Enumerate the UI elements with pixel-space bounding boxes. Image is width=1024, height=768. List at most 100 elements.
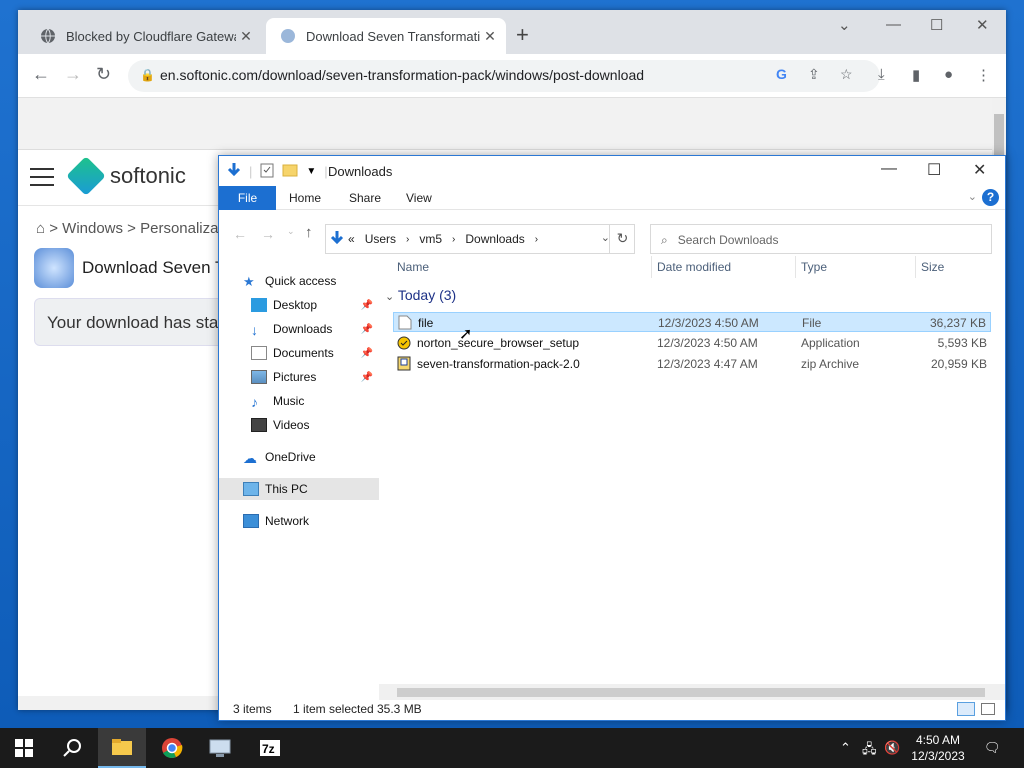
chevron-up-icon[interactable]: ⌃ [840,740,851,756]
clock[interactable]: 4:50 AM 12/3/2023 [900,732,976,764]
nav-this-pc[interactable]: This PC [219,478,379,500]
address-bar[interactable]: 🔒 en.softonic.com/download/seven-transfo… [128,60,880,92]
download-icon[interactable]: ⤓ [878,66,885,83]
overflow-chevron[interactable]: « [348,232,355,246]
refresh-button[interactable]: ↻ [609,224,635,254]
tab-softonic[interactable]: Download Seven Transformation ✕ [266,18,506,54]
file-row[interactable]: norton_secure_browser_setup 12/3/2023 4:… [393,333,991,353]
bookmark-star-icon[interactable]: ☆ [840,66,853,83]
column-name[interactable]: Name [397,260,429,274]
column-date-modified[interactable]: Date modified [657,260,731,274]
reload-button[interactable]: ↻ [96,64,111,84]
search-icon[interactable] [48,728,96,768]
tab-search-icon[interactable]: ⌄ [838,16,851,34]
softonic-logo[interactable]: softonic [66,156,186,196]
nav-downloads[interactable]: ↓ Downloads 📌 [219,318,379,340]
scroll-thumb[interactable] [397,688,985,697]
side-panel-icon[interactable]: ▮ [912,66,920,84]
nav-documents[interactable]: Documents 📌 [219,342,379,364]
tab-cloudflare[interactable]: Blocked by Cloudflare Gateway ✕ [26,18,262,54]
nav-music[interactable]: ♪ Music [219,390,379,412]
forward-button[interactable]: → [261,226,275,242]
close-window-button[interactable]: ✕ [976,16,989,34]
forward-button[interactable]: → [64,64,82,84]
recent-locations-icon[interactable]: ⌄ [287,226,295,237]
chevron-down-icon[interactable]: ⌄ [385,291,394,303]
share-icon[interactable]: ⇪ [808,66,820,83]
maximize-button[interactable]: ☐ [927,160,941,180]
chevron-right-icon[interactable]: › [406,234,409,245]
close-tab-icon[interactable]: ✕ [236,28,256,45]
chevron-right-icon[interactable]: › [452,234,455,245]
tab-view[interactable]: View [406,191,432,205]
column-type[interactable]: Type [801,260,827,274]
pin-icon[interactable]: 📌 [361,300,373,311]
pictures-icon [251,370,267,384]
column-divider[interactable] [651,256,652,278]
new-folder-icon[interactable] [282,163,298,180]
address-bar[interactable]: « Users › vm5 › Downloads › ⌄ [325,224,635,254]
back-button[interactable]: ← [32,64,50,84]
new-tab-button[interactable]: + [516,24,529,46]
minimize-button[interactable]: — [886,16,901,33]
expand-ribbon-icon[interactable]: ⌄ [968,190,977,203]
tab-home[interactable]: Home [289,191,321,205]
close-window-button[interactable]: ✕ [973,160,986,180]
google-lens-icon[interactable]: G [776,66,787,82]
large-icons-view-icon[interactable] [981,703,995,715]
tab-file[interactable]: File [219,186,276,210]
nav-quick-access[interactable]: ★ Quick access [219,270,379,292]
nav-onedrive[interactable]: ☁ OneDrive [219,446,379,468]
up-button[interactable]: ↑ [305,224,313,241]
column-divider[interactable] [795,256,796,278]
7zip-icon[interactable]: 7z [246,728,294,768]
remote-desktop-icon[interactable] [196,728,244,768]
column-size[interactable]: Size [921,260,944,274]
softonic-favicon-icon [280,28,296,44]
column-headers: Name Date modified Type Size [389,256,995,278]
documents-icon [251,346,267,360]
pin-icon[interactable]: 📌 [361,348,373,359]
details-view-icon[interactable] [957,702,975,716]
hamburger-menu-icon[interactable] [30,168,54,192]
tab-share[interactable]: Share [349,191,381,205]
group-header-today[interactable]: ⌄ Today (3) [385,287,456,303]
minimize-button[interactable]: — [881,160,897,178]
breadcrumb-users[interactable]: Users [365,232,396,246]
file-name: seven-transformation-pack-2.0 [417,357,580,371]
search-input[interactable]: ⌕ Search Downloads [650,224,992,254]
pin-icon[interactable]: 📌 [361,324,373,335]
maximize-button[interactable]: ☐ [930,16,943,34]
chevron-right-icon[interactable]: › [535,234,538,245]
nav-network[interactable]: Network [219,510,379,532]
help-icon[interactable]: ? [982,189,999,206]
file-row[interactable]: file 12/3/2023 4:50 AM File 36,237 KB [393,312,991,332]
nav-videos[interactable]: Videos [219,414,379,436]
nav-label: This PC [265,482,308,496]
back-button[interactable]: ← [233,226,247,242]
column-divider[interactable] [915,256,916,278]
network-tray-icon[interactable]: 🖧 [862,740,877,762]
volume-muted-icon[interactable]: 🔇 [884,740,900,756]
nav-pictures[interactable]: Pictures 📌 [219,366,379,388]
close-tab-icon[interactable]: ✕ [480,28,500,45]
breadcrumb-text[interactable]: > Windows > Personaliza [49,220,218,237]
notifications-icon[interactable]: 🗨 [984,740,1001,756]
chrome-taskbar-icon[interactable] [148,728,196,768]
breadcrumb-vm5[interactable]: vm5 [419,232,442,246]
menu-icon[interactable]: ⋮ [976,66,991,84]
start-button[interactable] [0,728,48,768]
properties-icon[interactable] [260,162,274,181]
file-row[interactable]: seven-transformation-pack-2.0 12/3/2023 … [393,354,991,374]
home-icon[interactable]: ⌂ [36,220,45,237]
music-icon: ♪ [251,394,258,410]
file-explorer-taskbar-icon[interactable] [98,728,146,768]
breadcrumb-downloads[interactable]: Downloads [465,232,524,246]
item-count: 3 items [233,702,272,716]
customize-qat-icon[interactable]: ▼ [306,166,316,177]
profile-avatar-icon[interactable]: ● [944,66,953,83]
nav-desktop[interactable]: Desktop 📌 [219,294,379,316]
url-text: en.softonic.com/download/seven-transform… [160,67,645,83]
ribbon-tabs: File Home Share View ⌄ ? [219,186,1005,210]
pin-icon[interactable]: 📌 [361,372,373,383]
